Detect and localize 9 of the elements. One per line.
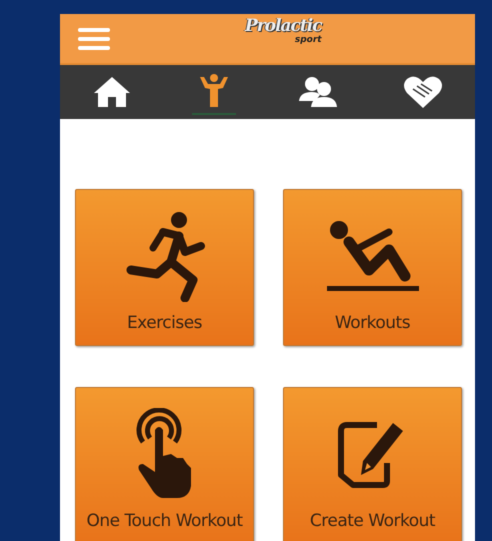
people-icon (296, 75, 339, 109)
menu-tile[interactable]: Workouts (283, 189, 462, 346)
heart-icon (402, 75, 443, 109)
situp-icon (324, 220, 420, 292)
logo: Prolactic sport (245, 18, 322, 45)
home-icon (92, 75, 132, 109)
menu-tile[interactable]: One Touch Workout (75, 387, 254, 541)
menu-tile[interactable]: Create Workout (283, 387, 462, 541)
menu-tile[interactable]: Exercises (75, 189, 254, 346)
